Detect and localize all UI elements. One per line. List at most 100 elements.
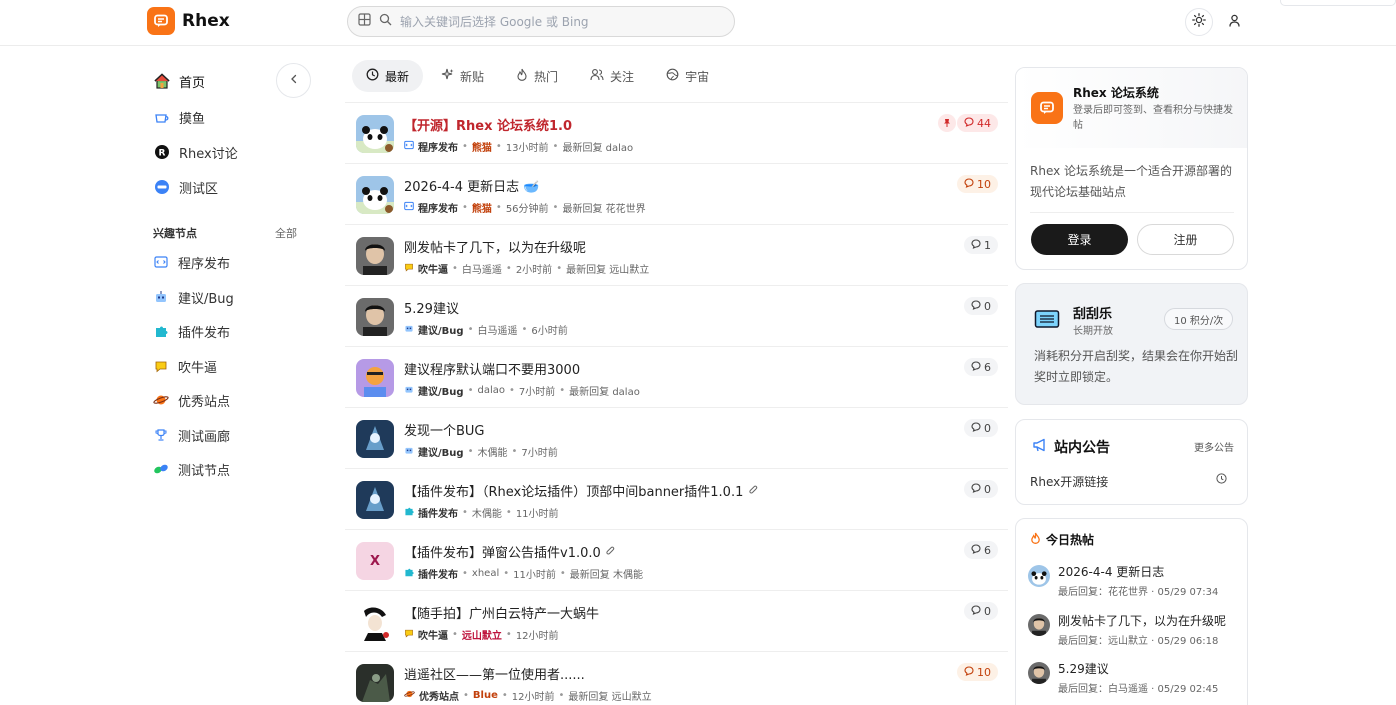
hot-today-card: 今日热帖 2026-4-4 更新日志 最后回复：花花世界 · 05/29 07:… bbox=[1015, 518, 1248, 705]
post-category[interactable]: 吹牛逼 bbox=[418, 627, 448, 642]
node-item-test-gallery[interactable]: 测试画廊 bbox=[153, 425, 230, 445]
post-row[interactable]: 【开源】Rhex 论坛系统1.0 程序发布 • 熊猫 • 13小时前 • 最新回… bbox=[345, 102, 1008, 163]
hot-post-item[interactable]: 2026-4-4 更新日志 最后回复：花花世界 · 05/29 07:34 bbox=[1028, 563, 1243, 603]
reply-count-badge: 1 bbox=[964, 236, 998, 254]
post-title[interactable]: 建议程序默认端口不要用3000 bbox=[404, 359, 580, 378]
post-last-reply: 最新回复 dalao bbox=[562, 143, 634, 154]
brand-logo[interactable]: Rhex bbox=[147, 7, 230, 35]
post-author[interactable]: 熊猫 bbox=[472, 200, 492, 215]
panda-avatar[interactable] bbox=[356, 176, 394, 214]
post-author[interactable]: 熊猫 bbox=[472, 139, 492, 154]
code-icon bbox=[153, 254, 169, 270]
user-avatar[interactable] bbox=[356, 420, 394, 458]
announcement-item[interactable]: Rhex开源链接 bbox=[1030, 473, 1108, 490]
post-category[interactable]: 程序发布 bbox=[418, 139, 458, 154]
node-item-plugin-release[interactable]: 插件发布 bbox=[153, 321, 230, 341]
post-title[interactable]: 【随手拍】广州白云特产一大蜗牛 bbox=[404, 603, 599, 622]
puzzle-icon bbox=[404, 506, 414, 519]
post-title[interactable]: 【插件发布】弹窗公告插件v1.0.0 bbox=[404, 542, 616, 561]
login-button[interactable]: 登录 bbox=[1031, 224, 1128, 255]
robot-icon bbox=[404, 445, 414, 458]
post-category[interactable]: 建议/Bug bbox=[418, 444, 464, 459]
post-row[interactable]: 【随手拍】广州白云特产一大蜗牛 吹牛逼 • 远山默立 • 12小时前 0 bbox=[345, 590, 1008, 651]
user-button[interactable] bbox=[1220, 8, 1248, 36]
tab-label: 关注 bbox=[610, 69, 635, 84]
user-avatar[interactable] bbox=[356, 359, 394, 397]
post-author[interactable]: 木偶能 bbox=[477, 444, 507, 459]
collapse-sidebar-button[interactable] bbox=[276, 63, 311, 98]
grid-icon[interactable] bbox=[358, 13, 371, 30]
post-row[interactable]: X 【插件发布】弹窗公告插件v1.0.0 插件发布 • xheal • 11小时… bbox=[345, 529, 1008, 590]
post-title[interactable]: 刚发帖卡了几下，以为在升级呢 bbox=[404, 237, 586, 256]
top-header: Rhex bbox=[0, 0, 1396, 46]
user-avatar[interactable] bbox=[356, 664, 394, 702]
post-row[interactable]: 建议程序默认端口不要用3000 建议/Bug • dalao • 7小时前 • … bbox=[345, 346, 1008, 407]
post-author[interactable]: dalao bbox=[477, 385, 505, 396]
post-category[interactable]: 插件发布 bbox=[418, 566, 458, 581]
post-title[interactable]: 逍遥社区——第一位使用者...... bbox=[404, 664, 585, 683]
post-category[interactable]: 建议/Bug bbox=[418, 383, 464, 398]
post-row[interactable]: 【插件发布】（Rhex论坛插件）顶部中间banner插件1.0.1 插件发布 •… bbox=[345, 468, 1008, 529]
post-title[interactable]: 发现一个BUG bbox=[404, 420, 485, 439]
post-last-reply: 最新回复 花花世界 bbox=[562, 204, 646, 215]
search-input[interactable] bbox=[400, 14, 700, 29]
scratch-card-widget[interactable]: 刮刮乐 长期开放 10 积分/次 消耗积分开启刮奖，结果会在你开始刮奖时立即锁定… bbox=[1015, 283, 1248, 405]
post-title[interactable]: 5.29建议 bbox=[404, 298, 459, 317]
panda-avatar bbox=[1028, 565, 1050, 587]
post-title[interactable]: 【开源】Rhex 论坛系统1.0 bbox=[404, 115, 572, 134]
tab-latest[interactable]: 最新 bbox=[352, 60, 424, 92]
nav-item-test-area[interactable]: 测试区 bbox=[153, 177, 218, 197]
user-avatar[interactable] bbox=[356, 481, 394, 519]
post-title[interactable]: 2026-4-4 更新日志 🥣 bbox=[404, 176, 539, 195]
chat-logo-icon bbox=[1031, 92, 1063, 124]
tab-universe[interactable]: 宇宙 bbox=[652, 60, 723, 92]
post-row[interactable]: 发现一个BUG 建议/Bug • 木偶能 • 7小时前 0 bbox=[345, 407, 1008, 468]
hot-post-item[interactable]: 刚发帖卡了几下，以为在升级呢 最后回复：远山默立 · 05/29 06:18 bbox=[1028, 612, 1243, 652]
search-bar[interactable] bbox=[347, 6, 735, 37]
post-author[interactable]: Blue bbox=[473, 690, 498, 701]
post-category[interactable]: 插件发布 bbox=[418, 505, 458, 520]
post-author[interactable]: 白马遥遥 bbox=[462, 261, 502, 276]
user-avatar[interactable]: X bbox=[356, 542, 394, 580]
node-item-test-node[interactable]: 测试节点 bbox=[153, 459, 230, 479]
user-avatar[interactable] bbox=[356, 237, 394, 275]
post-category[interactable]: 吹牛逼 bbox=[418, 261, 448, 276]
user-avatar[interactable] bbox=[356, 298, 394, 336]
post-title[interactable]: 【插件发布】（Rhex论坛插件）顶部中间banner插件1.0.1 bbox=[404, 481, 759, 500]
post-author[interactable]: xheal bbox=[472, 568, 499, 579]
post-author[interactable]: 木偶能 bbox=[472, 505, 502, 520]
tab-label: 热门 bbox=[534, 69, 559, 84]
tab-following[interactable]: 关注 bbox=[576, 60, 648, 92]
post-time: 7小时前 bbox=[521, 448, 558, 459]
tab-new-posts[interactable]: 新贴 bbox=[427, 60, 498, 92]
post-time: 2小时前 bbox=[515, 265, 553, 276]
post-author[interactable]: 远山默立 bbox=[462, 627, 502, 642]
all-nodes-link[interactable]: 全部 bbox=[275, 225, 297, 241]
node-item-excellent-sites[interactable]: 优秀站点 bbox=[153, 390, 230, 410]
post-category[interactable]: 程序发布 bbox=[418, 200, 458, 215]
post-row[interactable]: 逍遥社区——第一位使用者...... 优秀站点 • Blue • 12小时前 •… bbox=[345, 651, 1008, 705]
post-row[interactable]: 2026-4-4 更新日志 🥣 程序发布 • 熊猫 • 56分钟前 • 最新回复… bbox=[345, 163, 1008, 224]
code-icon bbox=[404, 140, 414, 153]
post-last-reply: 最新回复 远山默立 bbox=[566, 265, 650, 276]
nav-item-home[interactable]: 首页 bbox=[153, 71, 205, 91]
post-author[interactable]: 白马遥遥 bbox=[477, 322, 517, 337]
post-row[interactable]: 刚发帖卡了几下，以为在升级呢 吹牛逼 • 白马遥遥 • 2小时前 • 最新回复 … bbox=[345, 224, 1008, 285]
hot-post-item[interactable]: 5.29建议 最后回复：白马遥遥 · 05/29 02:45 bbox=[1028, 660, 1243, 700]
post-category[interactable]: 优秀站点 bbox=[419, 688, 459, 703]
theme-toggle-button[interactable] bbox=[1185, 8, 1213, 36]
nav-item-rhex-discussion[interactable]: R Rhex讨论 bbox=[153, 142, 238, 162]
post-row[interactable]: 5.29建议 建议/Bug • 白马遥遥 • 6小时前 0 bbox=[345, 285, 1008, 346]
user-avatar[interactable] bbox=[356, 603, 394, 641]
nav-item-moyu[interactable]: 摸鱼 bbox=[153, 107, 205, 127]
node-item-chat[interactable]: 吹牛逼 bbox=[153, 356, 217, 376]
more-announcements-link[interactable]: 更多公告 bbox=[1194, 439, 1234, 454]
post-category[interactable]: 建议/Bug bbox=[418, 322, 464, 337]
node-item-program-release[interactable]: 程序发布 bbox=[153, 252, 230, 272]
divider bbox=[1030, 212, 1234, 213]
node-item-suggestion-bug[interactable]: 建议/Bug bbox=[153, 287, 234, 307]
panda-avatar[interactable] bbox=[356, 115, 394, 153]
register-button[interactable]: 注册 bbox=[1137, 224, 1234, 255]
tab-hot[interactable]: 热门 bbox=[502, 60, 572, 92]
nav-label: 摸鱼 bbox=[179, 111, 206, 127]
